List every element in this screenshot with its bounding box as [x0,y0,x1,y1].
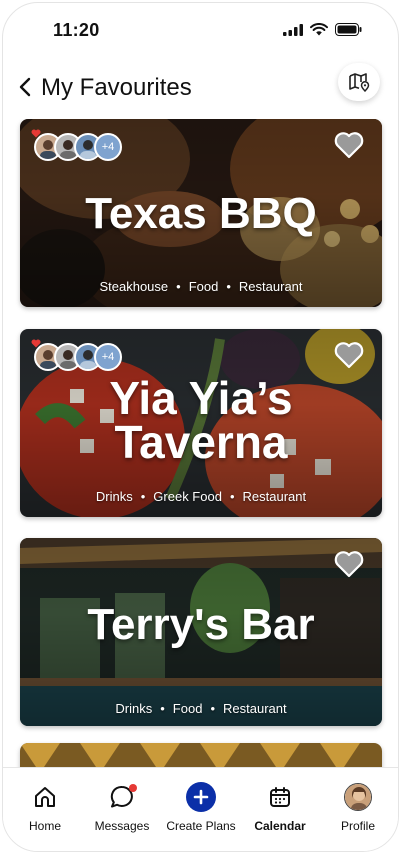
venue-tags: Drinks • Food • Restaurant [115,701,287,716]
calendar-icon [270,787,290,807]
battery-icon [335,23,362,36]
venue-name: Yia Yia’s Taverna [109,372,293,468]
friends-avatars[interactable]: +4 [31,339,122,371]
favourite-card-terrys-bar[interactable]: Terry's Bar Drinks • Food • Restaurant [20,538,382,726]
signal-icon [283,23,303,36]
nav-home[interactable]: Home [5,782,85,833]
tag: Restaurant [223,701,287,716]
map-pin-icon [349,73,370,92]
status-time: 11:20 [53,20,100,40]
page-title: My Favourites [41,74,192,101]
home-icon [35,787,55,807]
heart-small-icon [31,339,41,348]
venue-name: Terry's Bar [87,600,315,649]
nav-messages[interactable]: Messages [82,782,162,833]
tag: Restaurant [242,489,307,504]
map-view-button[interactable] [338,63,380,101]
venue-name: Texas BBQ [85,189,317,238]
nav-create-plans[interactable]: Create Plans [161,782,241,833]
venue-tags: Drinks • Greek Food • Restaurant [95,489,307,504]
tag: Food [188,279,219,294]
nav-label: Home [28,819,61,833]
venue-tags: Steakhouse • Food • Restaurant [99,279,303,294]
header: My Favourites [3,63,398,113]
chevron-left-icon [19,77,31,97]
more-friends-badge: +4 [94,343,122,371]
favourite-card-partial[interactable] [20,743,382,769]
favourite-card-yia-yias-taverna[interactable]: +4 Yia Yia’s Taverna Drinks • Greek Food • R… [20,329,382,517]
nav-label: Calendar [254,819,306,833]
nav-label: Messages [94,819,150,833]
back-button[interactable] [11,73,39,101]
tag: Drinks [95,489,133,504]
heart-small-icon [31,129,41,138]
status-icons [283,23,362,36]
avatar [344,783,372,811]
friends-avatars[interactable]: +4 [31,129,122,161]
favourites-list: +4 Texas BBQ Steakhouse • Food • Restaurant [3,119,398,769]
heart-icon[interactable] [334,550,364,578]
tag: Steakhouse [99,279,169,294]
nav-label: Create Plans [166,819,236,833]
card-photo [20,743,382,769]
nav-label: Profile [340,819,375,833]
tag: Greek Food [153,489,222,504]
status-bar: 11:20 [3,3,398,55]
favourite-card-texas-bbq[interactable]: +4 Texas BBQ Steakhouse • Food • Restaurant [20,119,382,307]
tag: Food [172,701,203,716]
wifi-icon [310,23,328,36]
more-friends-badge: +4 [94,133,122,161]
plus-icon [186,782,216,812]
tag: Drinks [115,701,153,716]
phone-frame: 11:20 My Favourites +4 Texas BBQ Steakho… [2,2,399,852]
nav-calendar[interactable]: Calendar [240,782,320,833]
heart-icon[interactable] [334,341,364,369]
tag: Restaurant [238,279,303,294]
bottom-nav: Home Messages Create Plans Calendar Prof… [3,767,398,851]
nav-profile[interactable]: Profile [318,782,398,833]
heart-icon[interactable] [334,131,364,159]
notification-dot [129,784,137,792]
